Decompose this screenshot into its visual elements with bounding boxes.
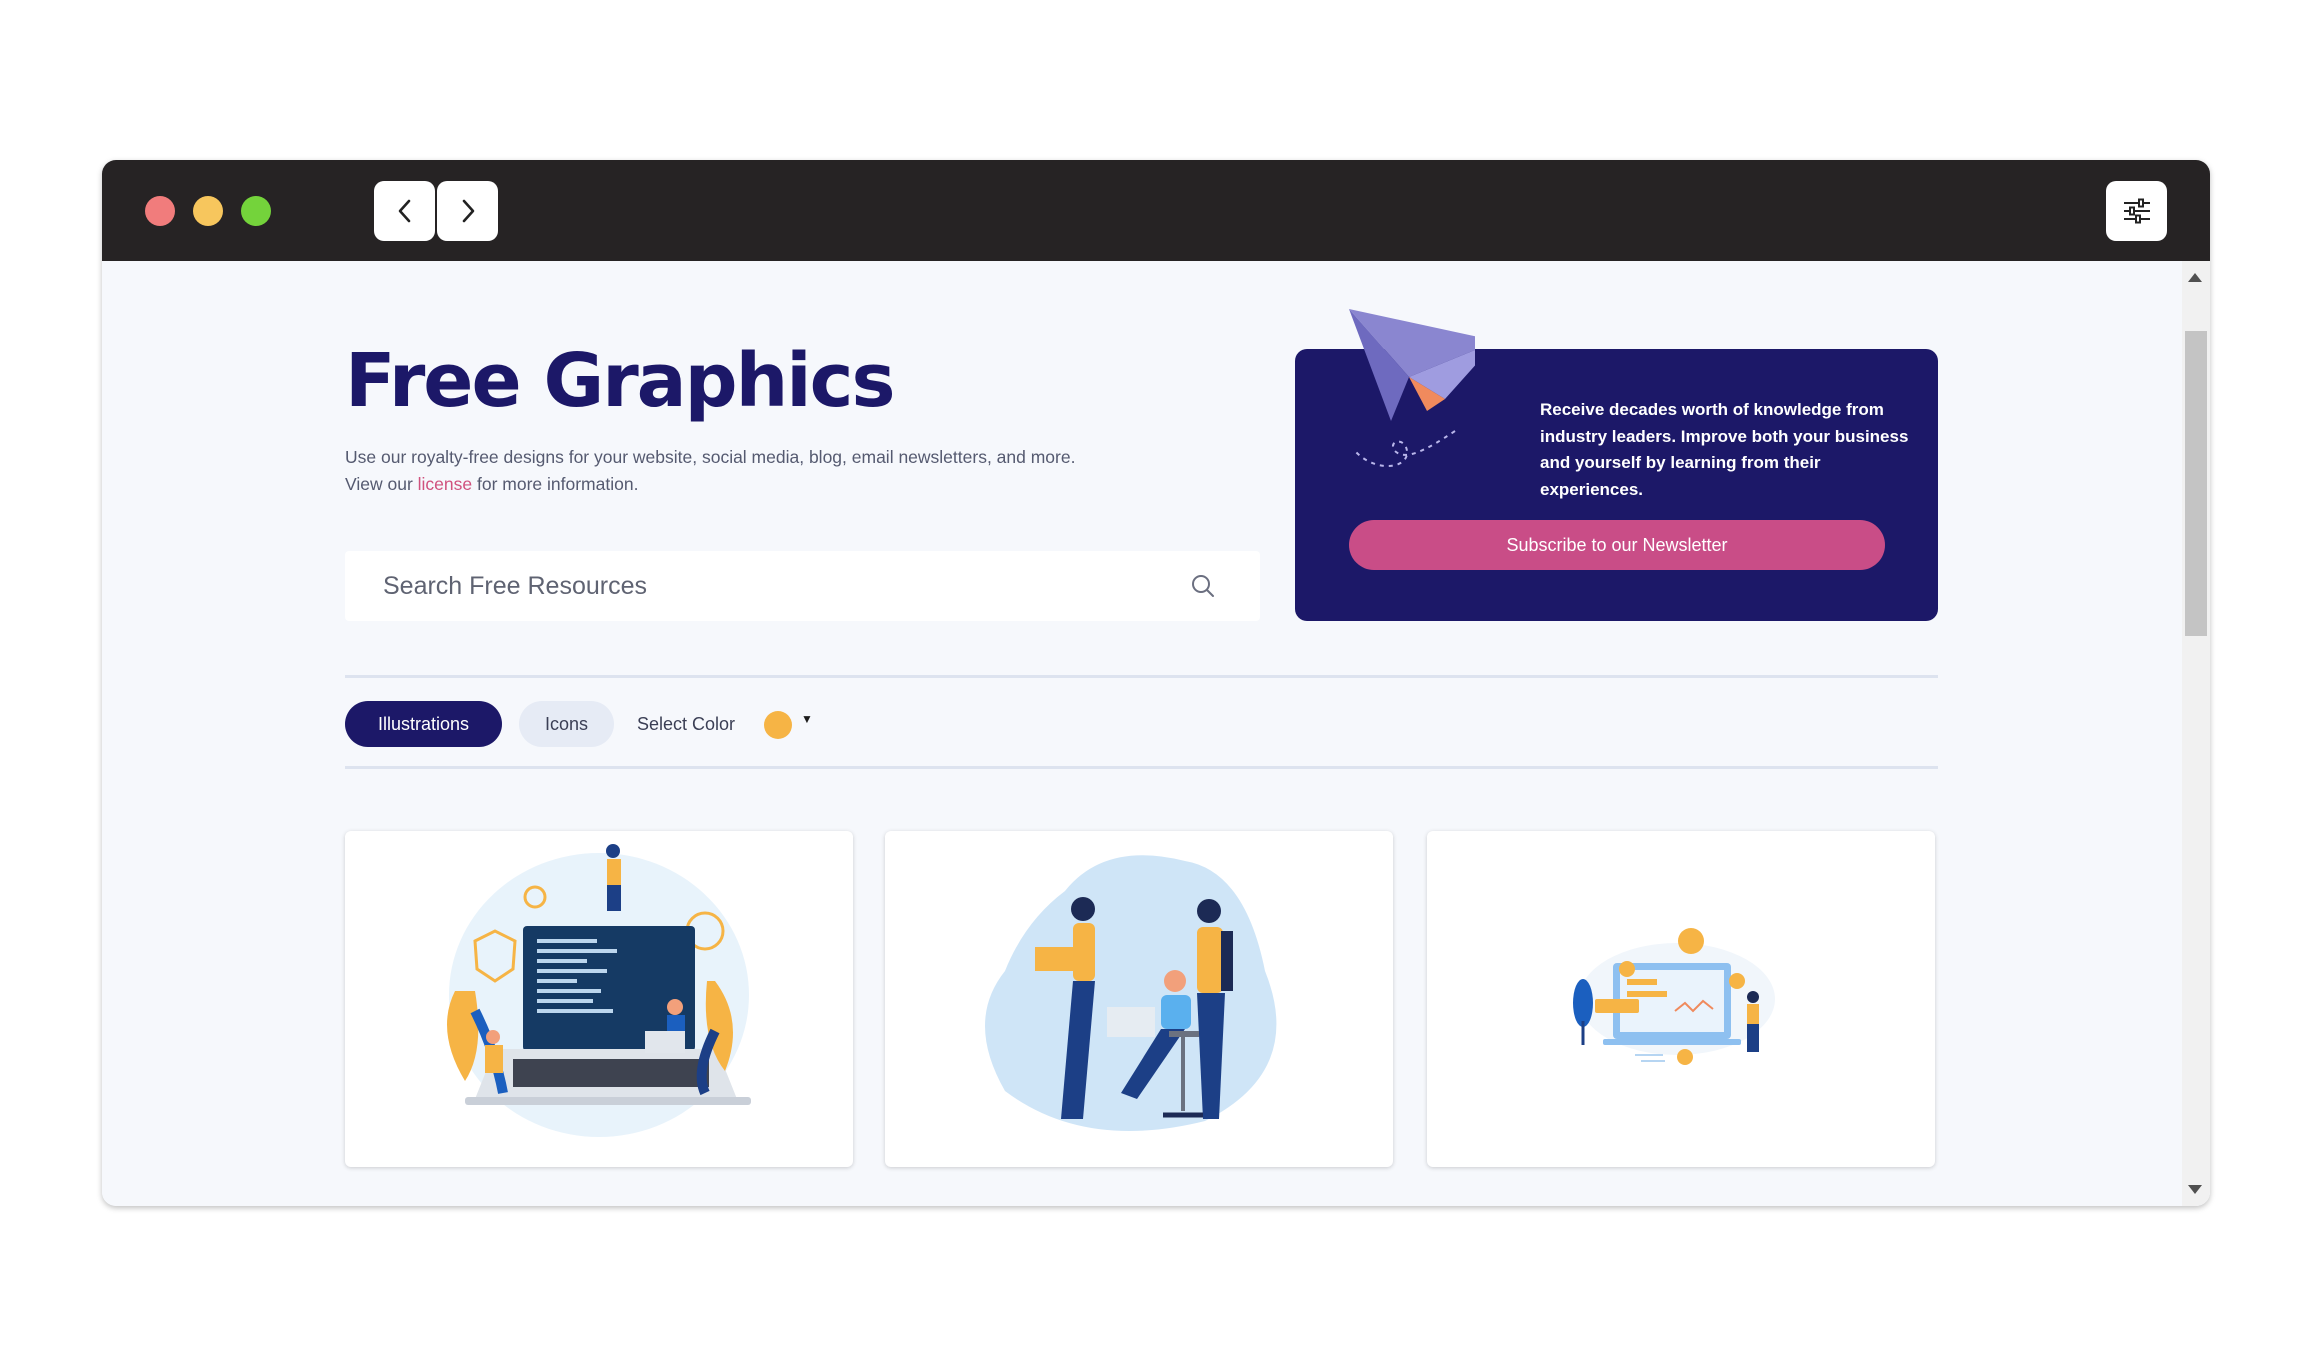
page-description: Use our royalty-free designs for your we… bbox=[345, 444, 1105, 498]
search-icon[interactable] bbox=[1190, 573, 1216, 604]
scrollbar[interactable] bbox=[2182, 261, 2210, 1206]
promo-text: Receive decades worth of knowledge from … bbox=[1540, 400, 1909, 499]
divider-bottom bbox=[345, 766, 1938, 769]
tab-icons[interactable]: Icons bbox=[519, 701, 614, 747]
color-swatch[interactable] bbox=[764, 711, 792, 739]
illustration-card[interactable] bbox=[345, 831, 853, 1167]
chevron-right-icon bbox=[462, 199, 474, 223]
illustration-image bbox=[985, 855, 1277, 1131]
scrollbar-thumb[interactable] bbox=[2185, 331, 2207, 636]
search-input[interactable] bbox=[381, 565, 1165, 607]
paper-plane-icon bbox=[1349, 309, 1475, 467]
scroll-down-icon[interactable] bbox=[2188, 1185, 2202, 1194]
subscribe-button[interactable]: Subscribe to our Newsletter bbox=[1349, 520, 1885, 570]
divider-top bbox=[345, 675, 1938, 678]
page-title: Free Graphics bbox=[345, 338, 896, 424]
caret-down-icon[interactable]: ▼ bbox=[801, 712, 813, 726]
illustration-card[interactable] bbox=[1427, 831, 1935, 1167]
close-window-button[interactable] bbox=[145, 196, 175, 226]
minimize-window-button[interactable] bbox=[193, 196, 223, 226]
illustration-card[interactable] bbox=[885, 831, 1393, 1167]
settings-button[interactable] bbox=[2106, 181, 2167, 241]
sliders-icon bbox=[2123, 198, 2150, 224]
maximize-window-button[interactable] bbox=[241, 196, 271, 226]
forward-button[interactable] bbox=[437, 181, 498, 241]
scroll-up-icon[interactable] bbox=[2188, 273, 2202, 282]
browser-window: Free Graphics Use our royalty-free desig… bbox=[102, 160, 2210, 1206]
illustration-image bbox=[447, 844, 751, 1137]
title-bar bbox=[102, 160, 2210, 261]
license-link[interactable]: license bbox=[418, 474, 472, 494]
illustration-image bbox=[1573, 928, 1775, 1065]
search-box bbox=[345, 551, 1260, 621]
page-viewport: Free Graphics Use our royalty-free desig… bbox=[102, 261, 2210, 1206]
tab-illustrations[interactable]: Illustrations bbox=[345, 701, 502, 747]
back-button[interactable] bbox=[374, 181, 435, 241]
chevron-left-icon bbox=[398, 199, 410, 223]
select-color-label[interactable]: Select Color bbox=[637, 714, 735, 735]
description-text-end: for more information. bbox=[472, 474, 639, 494]
